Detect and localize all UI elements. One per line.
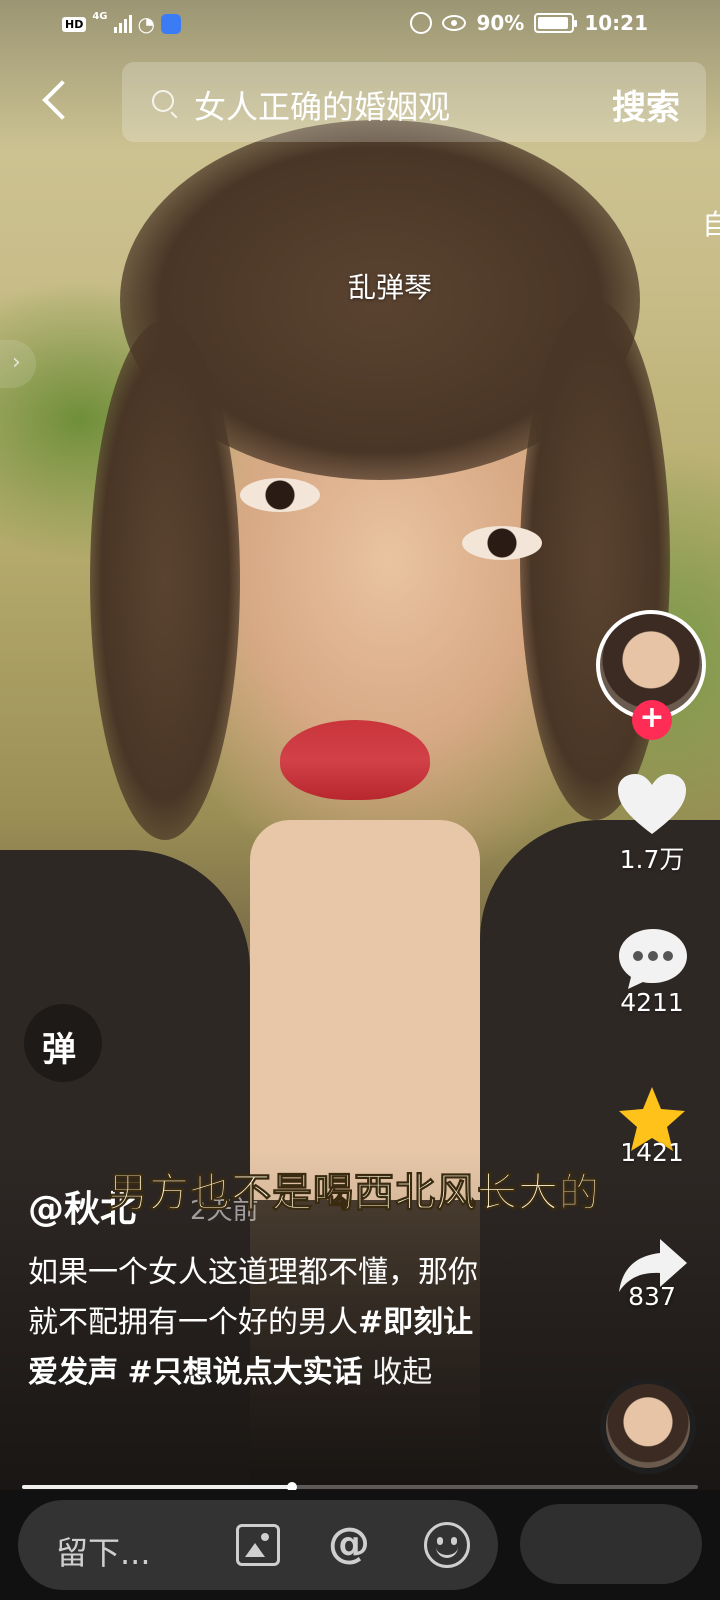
video-subtitle: 男方也不是喝西北风长大的 <box>108 1170 600 1217</box>
at-icon[interactable]: @ <box>328 1518 370 1567</box>
comment-placeholder: 留下... <box>56 1534 151 1572</box>
progress-fill <box>22 1485 293 1489</box>
search-input[interactable]: 女人正确的婚姻观 <box>194 82 450 128</box>
app-notification-icon <box>160 14 181 34</box>
battery-icon <box>534 13 578 33</box>
hd-icon: HD <box>62 16 87 32</box>
battery-percent: 90% <box>476 11 525 35</box>
danmaku-comment: 乱弹琴 <box>348 271 433 304</box>
image-icon[interactable] <box>236 1524 280 1566</box>
hair-right <box>520 300 670 820</box>
eye-comfort-icon <box>442 15 467 31</box>
status-left: HD 4G ◔ <box>62 10 181 36</box>
status-bar: HD 4G ◔ 90% 10:21 <box>0 0 720 48</box>
like-count: 1.7万 <box>619 845 685 874</box>
status-right: 90% 10:21 <box>410 11 648 35</box>
signal-icon <box>113 15 132 33</box>
emoji-icon[interactable] <box>424 1522 470 1568</box>
favorite-count: 1421 <box>620 1138 684 1167</box>
heart-icon[interactable] <box>616 772 688 836</box>
search-icon <box>152 90 174 112</box>
eye-right <box>462 526 542 560</box>
comment-input[interactable]: 留下... @ <box>18 1500 498 1590</box>
eye-left <box>240 478 320 512</box>
bottom-bar: 留下... @ <box>0 1490 720 1600</box>
hashtag-link[interactable]: #只想说点大实话 <box>128 1355 363 1390</box>
collapse-button[interactable]: 收起 <box>372 1355 432 1390</box>
search-bar[interactable]: 女人正确的婚姻观 搜索 <box>122 62 706 142</box>
clock: 10:21 <box>584 11 648 35</box>
comment-count: 4211 <box>620 988 684 1017</box>
wifi-icon: ◔ <box>137 12 155 36</box>
hair-left <box>90 320 240 840</box>
network-type: 4G <box>92 10 108 22</box>
follow-button[interactable]: + <box>632 700 672 740</box>
comment-icon[interactable] <box>616 926 690 992</box>
music-disc[interactable] <box>600 1378 696 1474</box>
lips <box>280 720 430 800</box>
video-description[interactable]: 如果一个女人这道理都不懂，那你就不配拥有一个好的男人#即刻让爱发声 #只想说点大… <box>28 1248 488 1398</box>
share-count: 837 <box>628 1282 676 1311</box>
offscreen-label: 自 <box>702 208 720 241</box>
neck-shape <box>250 820 480 1200</box>
nfc-icon <box>410 12 433 34</box>
search-button[interactable]: 搜索 <box>612 80 680 129</box>
danmaku-toggle-label: 弹 <box>42 1030 76 1070</box>
video-progress[interactable] <box>22 1482 698 1492</box>
chevron-right-icon: › <box>12 350 21 375</box>
send-button[interactable] <box>520 1504 702 1584</box>
back-button[interactable] <box>36 78 76 126</box>
danmaku-toggle-button[interactable]: 弹 <box>24 1004 102 1082</box>
